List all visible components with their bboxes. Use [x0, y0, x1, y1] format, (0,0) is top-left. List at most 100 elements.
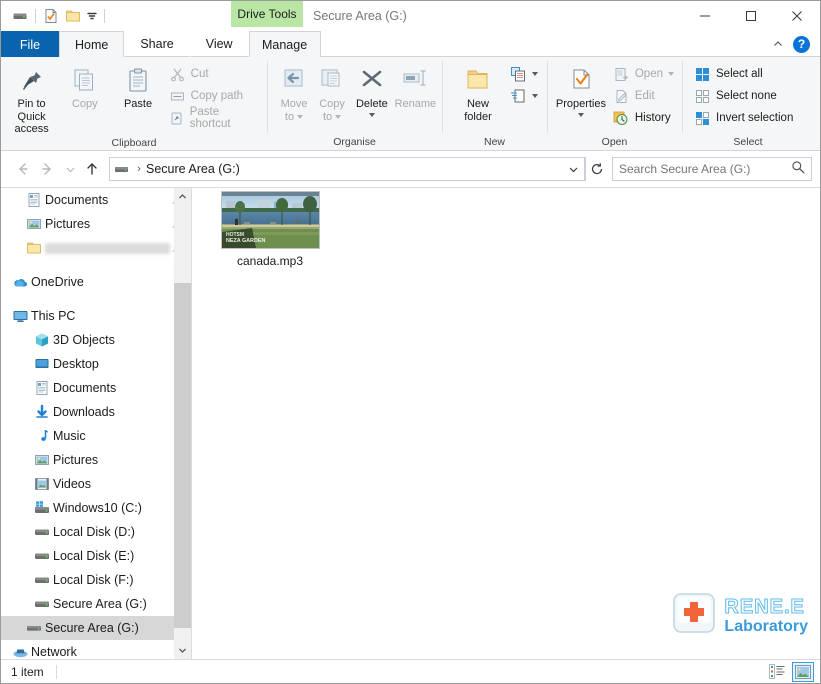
select-commands: Select all Select none: [690, 60, 797, 129]
scroll-down-icon[interactable]: [174, 642, 191, 659]
sidebar-item-windows10-c[interactable]: Windows10 (C:): [1, 496, 191, 520]
drive-icon[interactable]: [9, 5, 31, 27]
properties-button[interactable]: Properties: [553, 60, 609, 117]
new-item-button[interactable]: [506, 63, 542, 85]
back-button[interactable]: [9, 156, 35, 182]
cut-button[interactable]: Cut: [165, 63, 263, 85]
sidebar-label: Local Disk (D:): [53, 525, 135, 539]
new-folder-icon[interactable]: [62, 5, 84, 27]
sidebar-item-onedrive[interactable]: OneDrive: [1, 270, 191, 294]
sidebar-item-music[interactable]: Music: [1, 424, 191, 448]
minimize-button[interactable]: [682, 1, 728, 31]
window-controls: [682, 1, 820, 31]
tab-share[interactable]: Share: [124, 31, 189, 57]
nav-scrollbar-track[interactable]: [174, 205, 191, 642]
open-button[interactable]: Open: [609, 63, 678, 85]
address-bar: › Secure Area (G:): [1, 151, 820, 187]
collapse-ribbon-icon[interactable]: [769, 35, 787, 53]
sidebar-label: Pictures: [45, 217, 90, 231]
sidebar-item-videos[interactable]: Videos: [1, 472, 191, 496]
forward-button[interactable]: [35, 156, 61, 182]
open-label: Open: [635, 68, 663, 80]
delete-button[interactable]: Delete: [351, 60, 393, 117]
close-button[interactable]: [774, 1, 820, 31]
rename-button[interactable]: Rename: [393, 60, 438, 111]
sidebar-item-documents[interactable]: Documents: [1, 376, 191, 400]
rename-icon: [400, 64, 430, 98]
sidebar-item-desktop[interactable]: Desktop: [1, 352, 191, 376]
move-to-button[interactable]: Move to: [275, 60, 313, 123]
chevron-down-icon[interactable]: [532, 72, 538, 76]
pin-to-quick-access-button[interactable]: Pin to Quick access: [5, 60, 58, 136]
recent-locations-button[interactable]: [61, 156, 79, 182]
list-item[interactable]: HOTSM NEZA GARDEN canada.mp3: [216, 191, 324, 268]
copy-to-button[interactable]: Copy to: [313, 60, 351, 123]
sidebar-item-local-disk-d[interactable]: Local Disk (D:): [1, 520, 191, 544]
sidebar-item-pictures-quick[interactable]: Pictures: [1, 212, 191, 236]
scroll-up-icon[interactable]: [174, 188, 191, 205]
easy-access-button[interactable]: [506, 85, 542, 107]
details-view-button[interactable]: [766, 662, 788, 682]
large-icons-view-button[interactable]: [792, 662, 814, 682]
sidebar-label: Secure Area (G:): [45, 621, 139, 635]
chevron-down-icon[interactable]: [532, 94, 538, 98]
breadcrumb-current-path[interactable]: Secure Area (G:): [146, 162, 240, 176]
sidebar-item-downloads[interactable]: Downloads: [1, 400, 191, 424]
select-all-button[interactable]: Select all: [690, 63, 797, 85]
breadcrumb-separator[interactable]: ›: [132, 163, 146, 175]
sidebar-item-3d-objects[interactable]: 3D Objects: [1, 328, 191, 352]
copy-path-button[interactable]: Copy path: [165, 85, 263, 107]
sidebar-item-secure-area-g-selected[interactable]: Secure Area (G:): [1, 616, 191, 640]
sidebar-item-network[interactable]: Network: [1, 640, 191, 659]
customize-dropdown-icon[interactable]: [84, 5, 100, 27]
properties-icon[interactable]: [40, 5, 62, 27]
history-label: History: [635, 112, 671, 124]
ribbon-group-open: Properties Open: [547, 57, 682, 150]
sidebar-item-this-pc[interactable]: This PC: [1, 304, 191, 328]
ribbon-group-label-new: New: [442, 134, 547, 150]
sidebar-item-redacted-folder[interactable]: [1, 236, 191, 260]
videos-icon: [31, 476, 53, 492]
edit-button[interactable]: Edit: [609, 85, 678, 107]
new-folder-button[interactable]: New folder: [450, 60, 506, 123]
maximize-button[interactable]: [728, 1, 774, 31]
breadcrumb[interactable]: › Secure Area (G:): [109, 157, 585, 181]
chevron-down-icon[interactable]: [578, 113, 584, 117]
sidebar-item-local-disk-f[interactable]: Local Disk (F:): [1, 568, 191, 592]
open-small-commands: Open Edit: [609, 60, 678, 129]
up-button[interactable]: [79, 156, 105, 182]
file-list-view[interactable]: HOTSM NEZA GARDEN canada.mp3 RENE.: [192, 188, 820, 659]
search-box[interactable]: [612, 157, 812, 181]
copy-button[interactable]: Copy: [58, 60, 111, 111]
sidebar-label: Videos: [53, 477, 91, 491]
copy-to-label-2: to: [323, 111, 332, 124]
window-title: Secure Area (G:): [313, 1, 407, 31]
sidebar-item-pictures[interactable]: Pictures: [1, 448, 191, 472]
ribbon-group-label-clipboard: Clipboard: [1, 136, 267, 150]
chevron-down-icon: [297, 115, 303, 119]
paste-shortcut-button[interactable]: Paste shortcut: [165, 107, 263, 129]
search-icon[interactable]: [791, 160, 805, 179]
history-button[interactable]: History: [609, 107, 678, 129]
nav-scrollbar-thumb[interactable]: [174, 283, 191, 628]
tab-manage[interactable]: Manage: [249, 31, 321, 57]
file-explorer-window: Drive Tools Secure Area (G:) File Home S…: [0, 0, 821, 684]
tab-home[interactable]: Home: [59, 31, 124, 57]
sidebar-item-secure-area-g-child[interactable]: Secure Area (G:): [1, 592, 191, 616]
search-input[interactable]: [619, 162, 791, 176]
chevron-down-icon[interactable]: [369, 113, 375, 117]
sidebar-item-local-disk-e[interactable]: Local Disk (E:): [1, 544, 191, 568]
refresh-button[interactable]: [585, 157, 607, 181]
sidebar-item-documents-quick[interactable]: Documents: [1, 188, 191, 212]
select-none-button[interactable]: Select none: [690, 85, 797, 107]
pin-icon: [17, 64, 47, 98]
nav-pane-scrollbar[interactable]: [174, 188, 191, 659]
sidebar-label: Local Disk (E:): [53, 549, 134, 563]
paste-button[interactable]: Paste: [111, 60, 164, 111]
tab-view[interactable]: View: [190, 31, 249, 57]
previous-locations-dropdown[interactable]: [562, 158, 584, 180]
file-name-label: canada.mp3: [237, 254, 303, 268]
tab-file[interactable]: File: [1, 31, 59, 57]
invert-selection-button[interactable]: Invert selection: [690, 107, 797, 129]
help-button[interactable]: ?: [793, 36, 810, 53]
